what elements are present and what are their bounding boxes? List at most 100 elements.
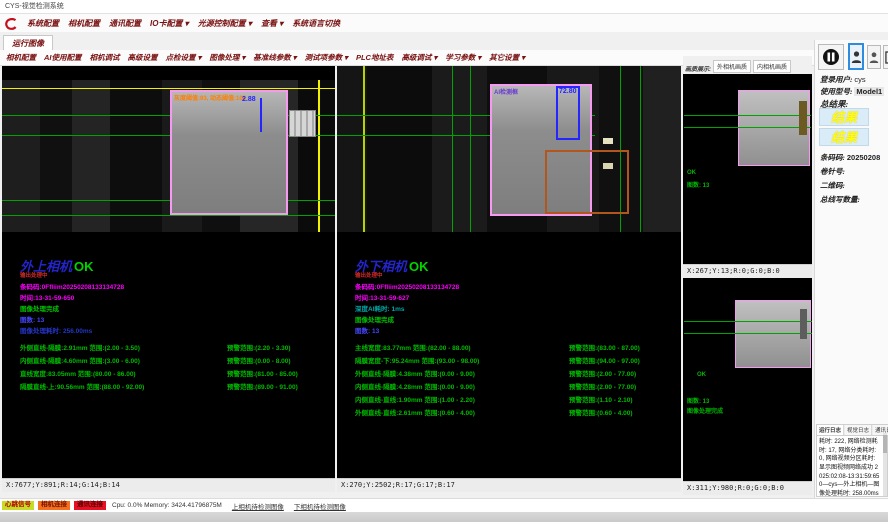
- preview-panel-1[interactable]: OK 图数: 13: [683, 74, 812, 264]
- heartbeat-status-badge: 心跳信号: [2, 501, 34, 510]
- measurement-warn: 预警范围:(2.00 - 77.00): [569, 368, 636, 378]
- qr-code-label: 二维码:: [820, 180, 845, 191]
- preview-overlay-text: 图数: 13: [687, 396, 709, 405]
- pause-icon: [822, 48, 840, 66]
- tab-run-image[interactable]: 运行图像: [3, 35, 53, 51]
- blue-measure-line: [260, 98, 262, 132]
- exit-button[interactable]: [883, 45, 888, 69]
- yellow-green-line: [363, 66, 365, 232]
- pause-button[interactable]: [818, 44, 844, 70]
- user-icon: [869, 51, 879, 64]
- tab-strip: 运行图像: [0, 32, 888, 51]
- preview-overlay-text: OK: [687, 170, 696, 176]
- log-tab-run[interactable]: 运行日志: [817, 425, 844, 435]
- pixel-readout-preview-1: X:267;Y:13;R:0;G:0;B:0: [683, 264, 812, 278]
- barcode-field: 条码码: 20250208: [820, 152, 880, 163]
- lower-camera-queue-link[interactable]: 下相机待检测图像: [294, 501, 346, 511]
- measurement-warn: 预警范围:(89.00 - 91.00): [227, 381, 298, 391]
- preview-overlay-text: 图像处理完成: [687, 406, 723, 415]
- log-scrollbar-thumb[interactable]: [883, 435, 887, 453]
- frame-count-line: 图数: 13: [20, 314, 44, 324]
- measurement-warn: 预警范围:(0.60 - 4.00): [569, 407, 633, 417]
- measurement-warn: 预警范围:(83.00 - 87.00): [569, 342, 640, 352]
- done-line: 图像处理完成: [355, 314, 394, 324]
- menu-item-comm-config[interactable]: 通讯配置: [109, 18, 141, 29]
- green-measure-line: [684, 127, 811, 128]
- toolbar-plc-table[interactable]: PLC地址表: [356, 52, 394, 63]
- camera-sub-status: 输出处理中: [355, 271, 383, 279]
- menu-item-light-config[interactable]: 光源控制配置 ▾: [198, 18, 252, 29]
- camera-image-upper[interactable]: 灰度阈值:93, 动态阈值:100 2.88: [2, 80, 335, 232]
- log-panel: 运行日志 视觉日志 通讯日志 耗时: 222, 网络检测耗时: 17, 网络分类…: [816, 424, 888, 497]
- bright-spot: [603, 163, 613, 169]
- measure-value-overlay: 72.80: [559, 88, 577, 95]
- camera-view-upper[interactable]: 灰度阈值:93, 动态阈值:100 2.88 外上相机OK 输出处理中 条码码:…: [2, 66, 335, 478]
- camera-view-lower[interactable]: AI检测框 72.80 外下相机OK 输出处理中 条码码:0Ffliim2025…: [337, 66, 681, 478]
- toolbar-other-settings[interactable]: 其它设置 ▾: [489, 52, 525, 63]
- toolbar-advanced-settings[interactable]: 高级设置: [128, 52, 158, 63]
- result-badge-upper: 结果: [819, 108, 869, 126]
- menu-bar: 系统配置 相机配置 通讯配置 IO卡配置 ▾ 光源控制配置 ▾ 查看 ▾ 系统语…: [0, 14, 888, 32]
- user-switch-button[interactable]: [867, 45, 881, 69]
- time-line: 时间:13-31-59-627: [355, 292, 409, 302]
- ai-time-line: 深度AI耗时: 1ms: [355, 303, 404, 313]
- menu-item-system-config[interactable]: 系统配置: [27, 18, 59, 29]
- measure-value-overlay: 2.88: [242, 96, 256, 103]
- green-measure-line: [684, 333, 812, 334]
- yellow-reference-line: [318, 80, 320, 232]
- green-measure-line: [2, 215, 335, 216]
- menu-item-language[interactable]: 系统语言切换: [292, 18, 340, 29]
- user-icon: [851, 50, 862, 64]
- toolbar-camera-debug[interactable]: 相机调试: [90, 52, 120, 63]
- toolbar-camera-config[interactable]: 相机配置: [6, 52, 36, 63]
- preview-tab-outer[interactable]: 外相机画质: [713, 60, 751, 73]
- log-scrollbar[interactable]: [883, 433, 887, 496]
- cpu-memory-readout: Cpu: 0.0% Memory: 3424.41796875M: [112, 502, 222, 509]
- toolbar-learn-params[interactable]: 学习参数 ▾: [445, 52, 481, 63]
- cell-roi-rect: 灰度阈值:93, 动态阈值:100: [170, 90, 288, 215]
- measurement-warn: 预警范围:(1.10 - 2.10): [569, 394, 633, 404]
- reel-number-label: 卷针号:: [820, 166, 845, 177]
- toolbar-test-params[interactable]: 测试项参数 ▾: [305, 52, 348, 63]
- measurement-warn: 预警范围:(2.20 - 3.30): [227, 342, 291, 352]
- measurement-text: 外侧直线-直线:2.61mm 范围:(0.60 - 4.00): [355, 410, 475, 417]
- measurement-text: 直线宽度:83.05mm 范围:(80.00 - 86.00): [20, 371, 136, 378]
- upper-camera-queue-link[interactable]: 上相机待检测图像: [232, 501, 284, 511]
- menu-item-io-config[interactable]: IO卡配置 ▾: [150, 18, 189, 29]
- time-line: 时间:13-31-59-650: [20, 292, 74, 302]
- model-value[interactable]: Model1: [854, 87, 884, 96]
- window-bottom-edge: [0, 512, 888, 522]
- toolbar-image-processing[interactable]: 图像处理 ▾: [209, 52, 245, 63]
- comm-connection-badge: 通讯连接: [74, 501, 106, 510]
- toolbar-baseline-params[interactable]: 基准线参数 ▾: [253, 52, 296, 63]
- measurement-warn: 预警范围:(94.00 - 97.00): [569, 355, 640, 365]
- measurement-warn: 预警范围:(2.00 - 77.00): [569, 381, 636, 391]
- camera-sub-status: 输出处理中: [20, 271, 48, 279]
- menu-item-camera-config[interactable]: 相机配置: [68, 18, 100, 29]
- menu-item-view[interactable]: 查看 ▾: [261, 18, 283, 29]
- camera-image-lower[interactable]: AI检测框 72.80: [337, 66, 681, 232]
- toolbar-ai-config[interactable]: AI使用配置: [44, 52, 82, 63]
- barcode-label: 条码码:: [820, 153, 845, 162]
- green-measure-line: [452, 66, 453, 232]
- measurement-text: 内侧直线-隔膜:4.60mm 范围:(3.00 - 6.00): [20, 358, 140, 365]
- green-measure-line: [684, 115, 811, 116]
- measurement-row: 主线宽度:83.77mm 范围:(82.00 - 88.00): [355, 342, 471, 352]
- toolbar-spot-check[interactable]: 点检设置 ▾: [166, 52, 202, 63]
- threshold-overlay-label: 灰度阈值:93, 动态阈值:100: [174, 93, 246, 102]
- model-field: 使用型号: Model1: [820, 86, 884, 97]
- yellow-reference-line: [2, 88, 335, 89]
- measurement-text: 主线宽度:83.77mm 范围:(82.00 - 88.00): [355, 345, 471, 352]
- barcode-value: 20250208: [847, 153, 880, 162]
- log-tab-vision[interactable]: 视觉日志: [845, 425, 872, 435]
- dark-detail: [800, 309, 807, 339]
- preview-panel-2[interactable]: OK 图数: 13 图像处理完成: [683, 278, 812, 481]
- toolbar-advanced-debug[interactable]: 高级调试 ▾: [401, 52, 437, 63]
- measurement-warn: 预警范围:(81.00 - 85.00): [227, 368, 298, 378]
- green-measure-line: [684, 321, 812, 322]
- app-window: CYS-视觉检测系统 系统配置 相机配置 通讯配置 IO卡配置 ▾ 光源控制配置…: [0, 0, 888, 522]
- user-mode-button-active[interactable]: [848, 43, 864, 70]
- dark-detail: [799, 101, 807, 135]
- preview-tab-inner[interactable]: 内相机画质: [753, 60, 791, 73]
- bright-spot: [603, 138, 613, 144]
